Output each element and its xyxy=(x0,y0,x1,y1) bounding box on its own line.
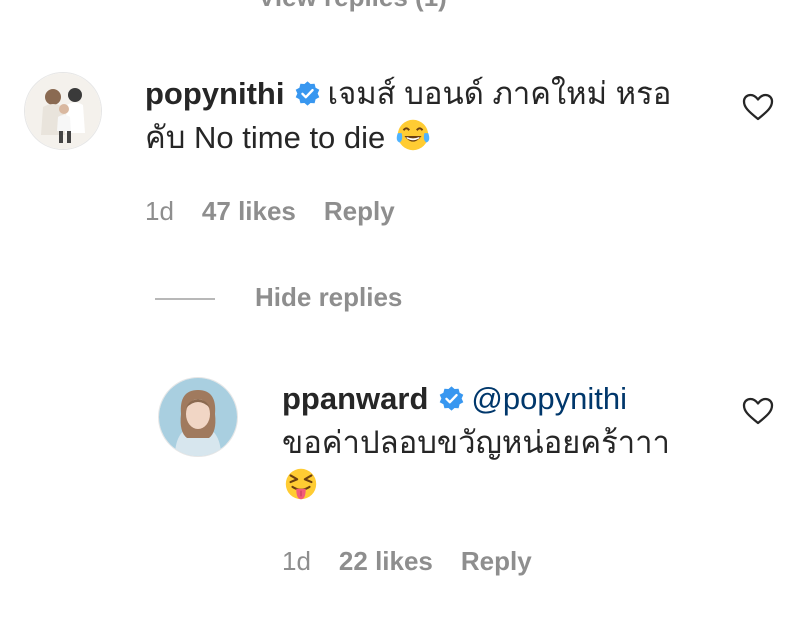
avatar-image xyxy=(159,378,237,456)
comment-username[interactable]: popynithi xyxy=(145,76,284,111)
squinting-face-with-tongue-emoji xyxy=(285,468,317,500)
comment-meta: 1d 22 likes Reply xyxy=(282,546,560,577)
reply-button[interactable]: Reply xyxy=(461,546,532,576)
hide-replies-label: Hide replies xyxy=(255,282,403,312)
reply-button[interactable]: Reply xyxy=(324,196,395,226)
mention-link[interactable]: @popynithi xyxy=(471,381,627,416)
comment-body: popynithi เจมส์ บอนด์ ภาคใหม่ หรอคับ No … xyxy=(145,72,705,160)
comment-username[interactable]: ppanward xyxy=(282,381,428,416)
face-with-tears-of-joy-emoji xyxy=(396,119,430,151)
avatar[interactable] xyxy=(24,72,102,150)
comment-time: 1d xyxy=(145,196,174,226)
avatar[interactable] xyxy=(158,377,238,457)
comment-likes[interactable]: 47 likes xyxy=(202,196,296,226)
comment-text: ขอค่าปลอบขวัญหน่อยคร้าาา xyxy=(282,425,670,460)
divider-line xyxy=(155,298,215,301)
heart-icon[interactable] xyxy=(742,92,774,122)
hide-replies-button[interactable]: Hide replies xyxy=(155,282,402,313)
comment-time: 1d xyxy=(282,546,311,576)
comment-meta: 1d 47 likes Reply xyxy=(145,196,423,227)
heart-icon[interactable] xyxy=(742,396,774,426)
verified-badge-icon xyxy=(440,386,464,411)
avatar-image xyxy=(25,73,101,149)
comment-likes[interactable]: 22 likes xyxy=(339,546,433,576)
verified-badge-icon xyxy=(296,81,320,106)
view-replies-button[interactable]: View replies (1) xyxy=(258,0,447,13)
comment-body: ppanward @popynithi ขอค่าปลอบขวัญหน่อยคร… xyxy=(282,377,722,509)
